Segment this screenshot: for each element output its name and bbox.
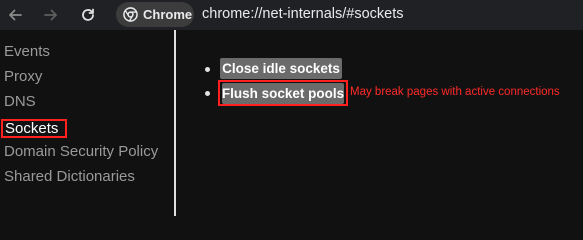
back-arrow-icon xyxy=(9,9,22,21)
flush-warning-text: May break pages with active connections xyxy=(350,86,560,98)
list-bullet xyxy=(205,91,210,96)
sidebar-item-shared-dictionaries[interactable]: Shared Dictionaries xyxy=(4,167,135,186)
list-bullet xyxy=(205,67,210,72)
reload-icon xyxy=(82,8,94,21)
sidebar-item-domain-security-policy[interactable]: Domain Security Policy xyxy=(4,142,158,161)
sidebar-item-proxy[interactable]: Proxy xyxy=(4,67,42,86)
close-idle-sockets-button[interactable]: Close idle sockets xyxy=(220,58,342,79)
address-bar[interactable]: chrome://net-internals/#sockets xyxy=(202,6,403,22)
flush-button-highlight: Flush socket pools xyxy=(218,80,348,106)
sockets-panel: Close idle sockets Flush socket pools Ma… xyxy=(178,30,583,216)
sidebar-item-sockets[interactable]: Sockets xyxy=(1,119,68,138)
forward-button[interactable] xyxy=(40,4,62,26)
sidebar-item-events[interactable]: Events xyxy=(4,42,50,61)
sidebar-item-dns[interactable]: DNS xyxy=(4,92,36,111)
forward-arrow-icon xyxy=(44,9,57,21)
site-info-chip[interactable]: Chrome xyxy=(116,2,194,27)
flush-socket-pools-button[interactable]: Flush socket pools xyxy=(222,83,344,104)
back-button[interactable] xyxy=(4,4,26,26)
browser-toolbar: Chrome chrome://net-internals/#sockets xyxy=(0,0,583,30)
chrome-logo-icon xyxy=(123,7,138,22)
sidebar: Events Proxy DNS Sockets Domain Security… xyxy=(0,30,176,216)
chip-label: Chrome xyxy=(143,7,193,22)
reload-button[interactable] xyxy=(77,4,99,26)
